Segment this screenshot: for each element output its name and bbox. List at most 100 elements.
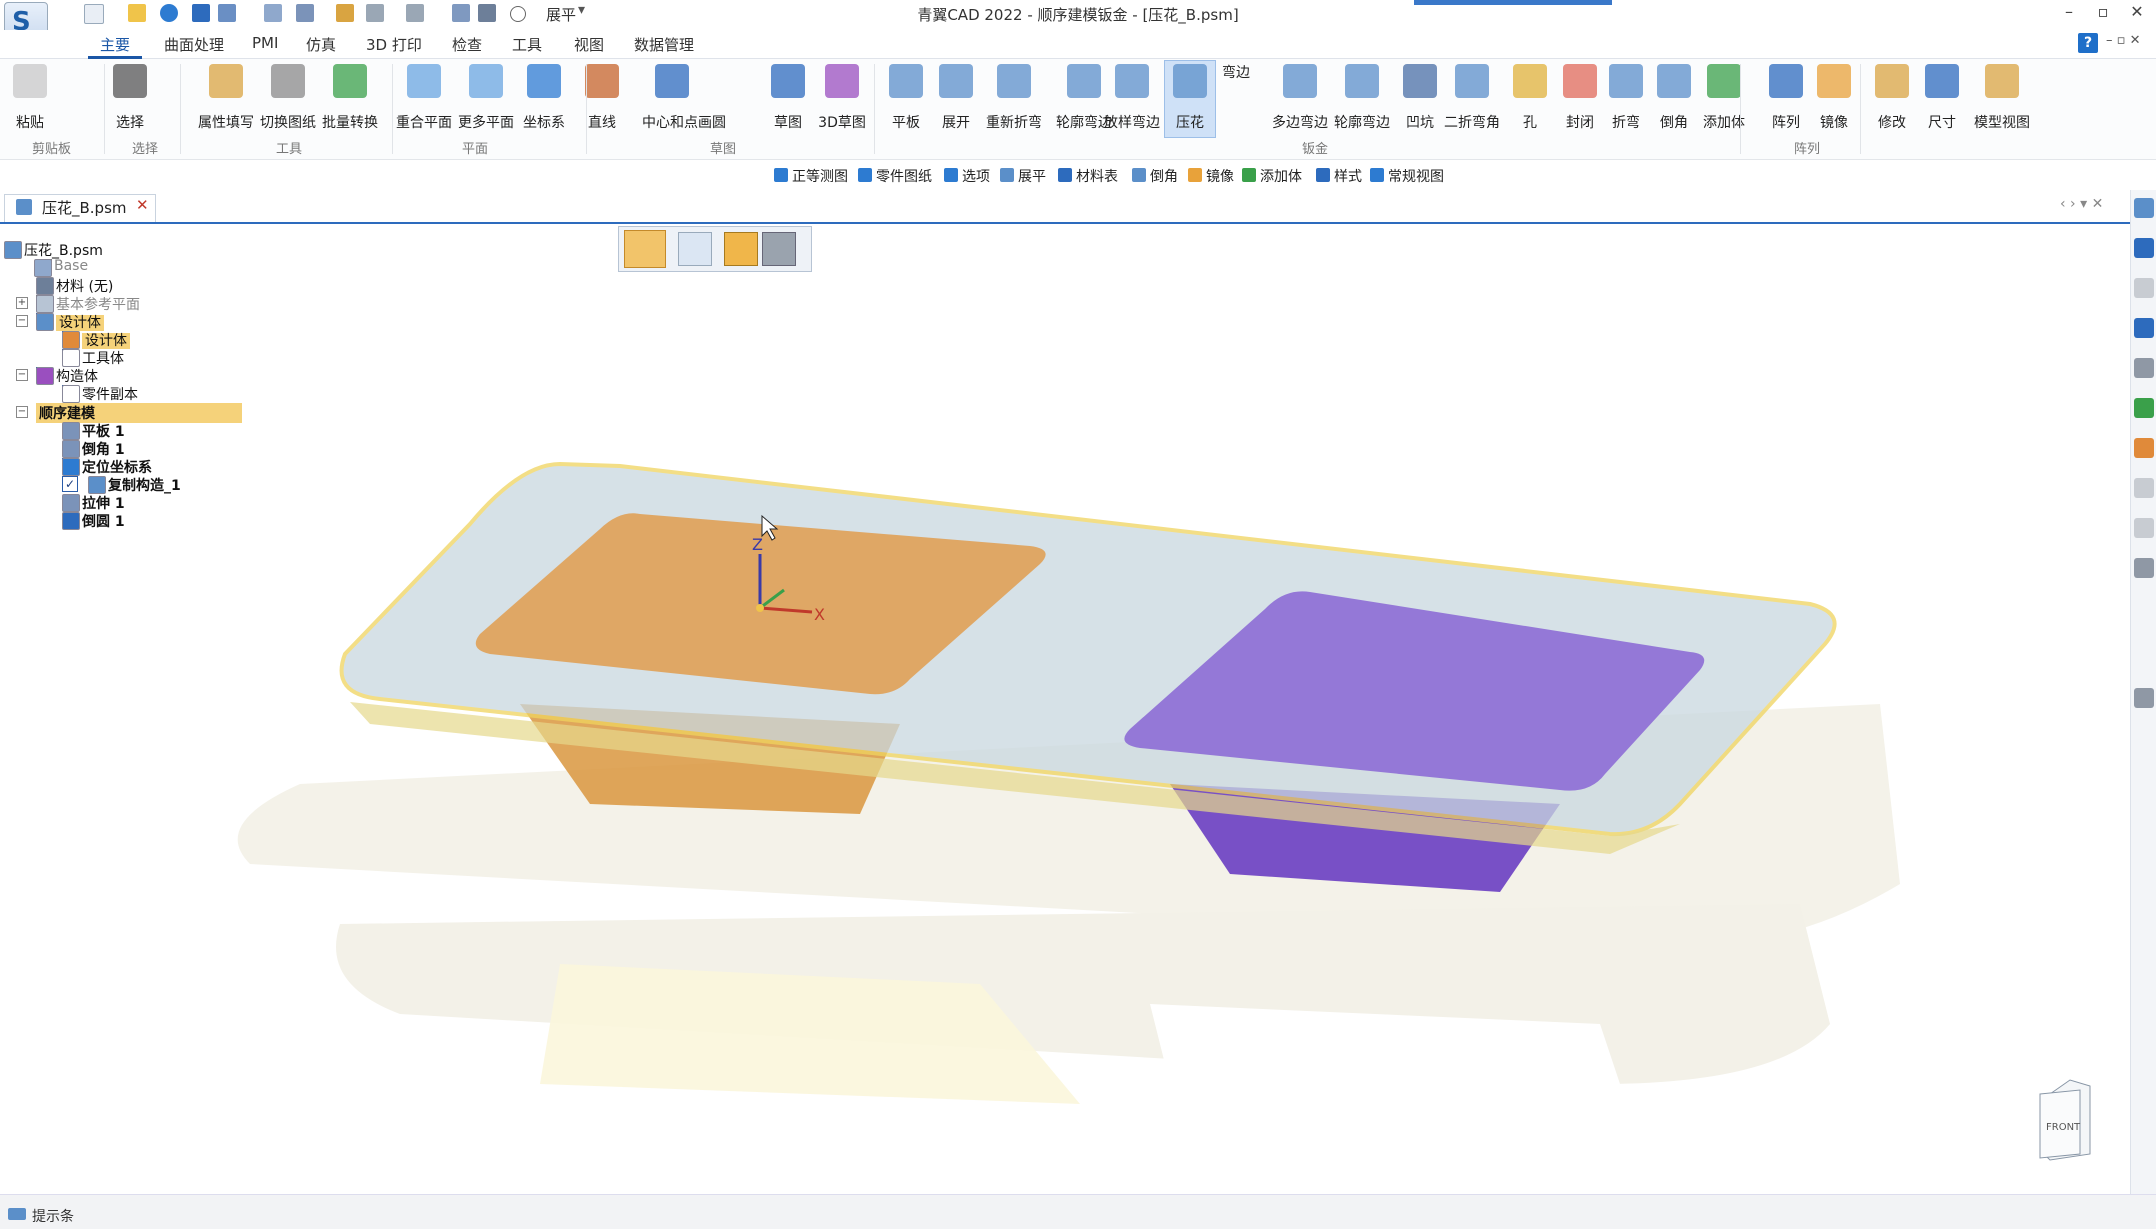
- ribbon-icon-31[interactable]: [1985, 64, 2019, 98]
- view-cube[interactable]: FRONT: [2039, 1079, 2091, 1161]
- command-bar-item-9[interactable]: 常规视图: [1388, 166, 1444, 186]
- command-bar-icon-9[interactable]: [1370, 168, 1384, 182]
- ribbon-icon-6[interactable]: [469, 64, 503, 98]
- command-bar-item-4[interactable]: 材料表: [1076, 166, 1118, 186]
- menu-tab-6[interactable]: 工具: [512, 34, 542, 55]
- maximize-button[interactable]: ▫: [2090, 2, 2116, 26]
- panel-icon-10[interactable]: [2134, 558, 2154, 578]
- ribbon-icon-17[interactable]: [1173, 64, 1207, 98]
- ribbon-icon-11[interactable]: [825, 64, 859, 98]
- tree-node-0[interactable]: 压花_B.psm: [24, 240, 103, 260]
- panel-icon-7[interactable]: [2134, 438, 2154, 458]
- menu-tab-8[interactable]: 数据管理: [634, 34, 694, 55]
- command-bar-icon-5[interactable]: [1132, 168, 1146, 182]
- ribbon-button-label-14[interactable]: 重新折弯: [984, 112, 1044, 132]
- tree-expand-toggle[interactable]: −: [16, 406, 28, 418]
- panel-icon-6[interactable]: [2134, 398, 2154, 418]
- ribbon-icon-24[interactable]: [1609, 64, 1643, 98]
- ribbon-button-label-9[interactable]: 中心和点画圆: [642, 112, 726, 132]
- tree-checkbox[interactable]: ✓: [62, 476, 78, 492]
- ribbon-icon-8[interactable]: [585, 64, 619, 98]
- ribbon-icon-26[interactable]: [1707, 64, 1741, 98]
- ribbon-button-label-11[interactable]: 3D草图: [812, 112, 872, 132]
- panel-icon-1[interactable]: [2134, 198, 2154, 218]
- tree-node-11[interactable]: 倒角 1: [82, 439, 125, 459]
- ribbon-icon-29[interactable]: [1875, 64, 1909, 98]
- ribbon-button-label-20[interactable]: 凹坑: [1390, 112, 1450, 132]
- tree-node-7[interactable]: 构造体: [56, 366, 98, 386]
- tree-node-13[interactable]: 复制构造_1: [108, 475, 181, 495]
- command-bar-item-1[interactable]: 零件图纸: [876, 166, 932, 186]
- command-bar-icon-0[interactable]: [774, 168, 788, 182]
- ribbon-icon-7[interactable]: [527, 64, 561, 98]
- tree-node-15[interactable]: 倒圆 1: [82, 511, 125, 531]
- ribbon-icon-19[interactable]: [1345, 64, 1379, 98]
- menu-tab-0[interactable]: 主要: [100, 34, 130, 55]
- tree-expand-toggle[interactable]: −: [16, 369, 28, 381]
- command-bar-item-7[interactable]: 添加体: [1260, 166, 1302, 186]
- command-bar-item-2[interactable]: 选项: [962, 166, 990, 186]
- ribbon-button-label-30[interactable]: 尺寸: [1912, 112, 1972, 132]
- tree-node-14[interactable]: 拉伸 1: [82, 493, 125, 513]
- ribbon-icon-12[interactable]: [889, 64, 923, 98]
- ribbon-button-label-10[interactable]: 草图: [758, 112, 818, 132]
- ribbon-button-label-28[interactable]: 镜像: [1804, 112, 1864, 132]
- panel-icon-2[interactable]: [2134, 238, 2154, 258]
- ribbon-icon-0[interactable]: [13, 64, 47, 98]
- ribbon-icon-25[interactable]: [1657, 64, 1691, 98]
- panel-icon-11[interactable]: [2134, 688, 2154, 708]
- ribbon-icon-4[interactable]: [333, 64, 367, 98]
- help-icon[interactable]: ?: [2078, 33, 2098, 53]
- ribbon-button-label-4[interactable]: 批量转换: [320, 112, 380, 132]
- panel-icon-3[interactable]: [2134, 278, 2154, 298]
- tree-node-4[interactable]: 设计体: [56, 312, 104, 332]
- document-tab-close-icon[interactable]: ✕: [136, 196, 149, 214]
- tree-node-12[interactable]: 定位坐标系: [82, 457, 152, 477]
- tree-node-3[interactable]: 基本参考平面: [56, 294, 140, 314]
- tree-node-1[interactable]: Base: [54, 258, 88, 274]
- ribbon-icon-20[interactable]: [1403, 64, 1437, 98]
- ribbon-icon-9[interactable]: [655, 64, 689, 98]
- tree-node-8[interactable]: 零件副本: [82, 384, 138, 404]
- ribbon-icon-1[interactable]: [113, 64, 147, 98]
- list-view-icon[interactable]: [678, 232, 712, 266]
- ribbon-icon-28[interactable]: [1817, 64, 1851, 98]
- tree-node-2[interactable]: 材料 (无): [56, 276, 113, 296]
- menu-tab-1[interactable]: 曲面处理: [164, 34, 224, 55]
- tree-node-9[interactable]: 顺序建模: [36, 403, 242, 423]
- command-bar-icon-6[interactable]: [1188, 168, 1202, 182]
- ribbon-icon-5[interactable]: [407, 64, 441, 98]
- ribbon-button-label-17[interactable]: 压花: [1160, 112, 1220, 132]
- ribbon-icon-23[interactable]: [1563, 64, 1597, 98]
- tree-expand-toggle[interactable]: +: [16, 297, 28, 309]
- tab-scroll-controls[interactable]: ‹ › ▾ ✕: [2060, 196, 2103, 212]
- panel-icon-4[interactable]: [2134, 318, 2154, 338]
- ribbon-icon-18[interactable]: [1283, 64, 1317, 98]
- ribbon-button-label-16[interactable]: 放样弯边: [1102, 112, 1162, 132]
- command-bar-icon-4[interactable]: [1058, 168, 1072, 182]
- menu-tab-5[interactable]: 检查: [452, 34, 482, 55]
- ribbon-button-label-7[interactable]: 坐标系: [514, 112, 574, 132]
- menu-tab-3[interactable]: 仿真: [306, 34, 336, 55]
- ribbon-button-label-31[interactable]: 模型视图: [1972, 112, 2032, 132]
- ribbon-icon-2[interactable]: [209, 64, 243, 98]
- ribbon-button-label-19[interactable]: 轮廓弯边: [1332, 112, 1392, 132]
- close-button[interactable]: ✕: [2124, 2, 2150, 26]
- tree-expand-toggle[interactable]: −: [16, 315, 28, 327]
- doc-window-controls[interactable]: – ▫ ✕: [2106, 33, 2140, 48]
- menu-tab-4[interactable]: 3D 打印: [366, 34, 422, 55]
- ribbon-button-label-5[interactable]: 重合平面: [394, 112, 454, 132]
- command-bar-item-3[interactable]: 展平: [1018, 166, 1046, 186]
- ribbon-button-label-1[interactable]: 选择: [100, 112, 160, 132]
- panel-icon-9[interactable]: [2134, 518, 2154, 538]
- ribbon-icon-15[interactable]: [1067, 64, 1101, 98]
- ribbon-button-label-21[interactable]: 二折弯角: [1442, 112, 1502, 132]
- model-3d-view[interactable]: Z X FRONT: [0, 224, 2130, 1194]
- ribbon-icon-13[interactable]: [939, 64, 973, 98]
- ribbon-button-label-3[interactable]: 切换图纸: [258, 112, 318, 132]
- ribbon-button-label-2[interactable]: 属性填写: [196, 112, 256, 132]
- menu-tab-2[interactable]: PMI: [252, 34, 278, 52]
- command-bar-item-6[interactable]: 镜像: [1206, 166, 1234, 186]
- command-bar-icon-3[interactable]: [1000, 168, 1014, 182]
- panel-icon-8[interactable]: [2134, 478, 2154, 498]
